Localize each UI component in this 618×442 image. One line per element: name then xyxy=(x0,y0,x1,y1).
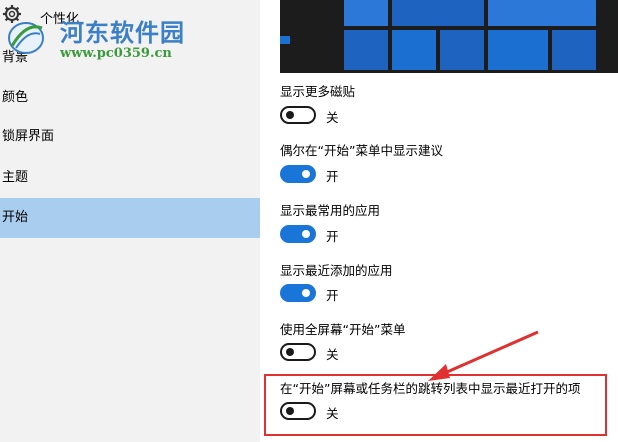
start-preview xyxy=(280,0,618,73)
toggle-state: 开 xyxy=(326,288,339,303)
sidebar-item-label: 开始 xyxy=(2,210,29,225)
sidebar-item-colors[interactable]: 颜色 xyxy=(0,78,260,118)
toggle-state: 关 xyxy=(326,347,339,362)
toggle-state: 开 xyxy=(326,229,339,244)
setting-label-recently-added: 显示最近添加的应用 xyxy=(280,263,393,278)
setting-label-most-used: 显示最常用的应用 xyxy=(280,203,381,218)
setting-label-suggestions: 偶尔在“开始”菜单中显示建议 xyxy=(280,143,443,158)
setting-label-fullscreen-start: 使用全屏幕“开始”菜单 xyxy=(280,322,406,337)
toggle-more-tiles[interactable] xyxy=(280,106,316,124)
toggle-recently-added[interactable] xyxy=(280,284,316,302)
toggle-knob xyxy=(286,348,294,356)
preview-tile xyxy=(488,30,548,70)
sidebar-item-label: 颜色 xyxy=(2,90,29,105)
toggle-knob xyxy=(302,289,310,297)
preview-tile xyxy=(488,0,596,26)
preview-tile xyxy=(344,30,388,70)
watermark-url: www.pc0359.cn xyxy=(60,46,172,61)
sidebar-item-lockscreen[interactable]: 锁屏界面 xyxy=(0,117,260,157)
preview-tile xyxy=(440,30,484,70)
sidebar-item-label: 主题 xyxy=(2,170,29,185)
watermark-brand: 河东软件园 xyxy=(60,18,185,47)
toggle-suggestions[interactable] xyxy=(280,165,316,183)
preview-tile xyxy=(392,0,484,26)
preview-tile xyxy=(280,36,290,44)
toggle-knob xyxy=(302,230,310,238)
toggle-state: 关 xyxy=(326,110,339,125)
toggle-most-used[interactable] xyxy=(280,225,316,243)
toggle-knob xyxy=(286,111,294,119)
toggle-knob xyxy=(302,170,310,178)
toggle-fullscreen-start[interactable] xyxy=(280,343,316,361)
highlight-box xyxy=(264,374,607,436)
sidebar: 个性化 背景 颜色 锁屏界面 主题 开始 xyxy=(0,0,260,442)
preview-tile xyxy=(552,30,596,70)
preview-tile xyxy=(344,0,388,26)
sidebar-item-themes[interactable]: 主题 xyxy=(0,158,260,198)
sidebar-item-start[interactable]: 开始 xyxy=(0,198,260,238)
toggle-state: 开 xyxy=(326,169,339,184)
setting-label-more-tiles: 显示更多磁贴 xyxy=(280,84,356,99)
preview-tile xyxy=(392,30,436,70)
sidebar-item-label: 锁屏界面 xyxy=(2,129,55,144)
watermark-logo xyxy=(8,22,44,54)
